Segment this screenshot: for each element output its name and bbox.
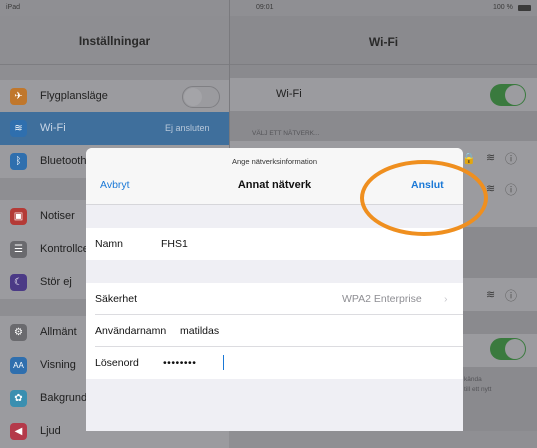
clock: 09:01: [256, 4, 274, 11]
sidebar-item-label: Ljud: [40, 425, 61, 437]
username-label: Användarnamn: [95, 325, 167, 337]
chevron-right-icon: ›: [444, 293, 448, 305]
wifi-icon: ≋: [10, 120, 27, 137]
battery-icon: [518, 5, 531, 11]
gear-icon: ⚙: [10, 324, 27, 341]
sidebar-item-label: Wi-Fi: [40, 122, 66, 134]
ask-to-join-toggle[interactable]: [490, 338, 526, 360]
text-cursor: [223, 355, 224, 370]
password-row[interactable]: Lösenord ••••••••: [86, 347, 463, 379]
sidebar-item-label: Stör ej: [40, 276, 72, 288]
sidebar-item-wifi[interactable]: ≋ Wi-Fi Ej ansluten: [0, 112, 229, 145]
sound-icon: ◀: [10, 423, 27, 440]
name-label: Namn: [95, 238, 124, 250]
password-label: Lösenord: [95, 357, 139, 369]
settings-title: Inställningar: [78, 34, 151, 48]
airplane-icon: ✈: [10, 88, 27, 105]
wifi-row: Wi-Fi: [230, 78, 537, 111]
control-center-icon: ☰: [10, 241, 27, 258]
wifi-signal-icon: ≋: [486, 152, 496, 164]
sidebar-item-label: Bakgrund: [40, 392, 88, 404]
wifi-status: Ej ansluten: [165, 123, 210, 133]
choose-network-header: VÄLJ ETT NÄTVERK...: [252, 130, 320, 137]
wifi-toggle[interactable]: [490, 84, 526, 106]
sidebar-item-label: Visning: [40, 359, 76, 371]
name-field[interactable]: FHS1: [161, 238, 188, 250]
wifi-label: Wi-Fi: [276, 88, 302, 100]
lock-icon: 🔒: [462, 153, 476, 165]
notifications-icon: ▣: [10, 208, 27, 225]
sidebar-item-label: Allmänt: [40, 326, 77, 338]
wifi-title: Wi-Fi: [368, 35, 399, 49]
username-field[interactable]: matildas: [180, 325, 219, 337]
username-row[interactable]: Användarnamn matildas: [86, 315, 463, 347]
wifi-signal-icon: ≋: [486, 289, 496, 301]
airplane-toggle[interactable]: [182, 86, 220, 108]
ask-note: till ett nytt: [464, 386, 492, 393]
battery-label: 100 %: [493, 4, 513, 11]
sidebar-item-label: Notiser: [40, 210, 75, 222]
ask-note: kända: [464, 376, 482, 383]
sidebar-item-label: Flygplansläge: [40, 90, 108, 102]
info-icon[interactable]: ⓘ: [505, 150, 517, 167]
nav-divider: [0, 64, 229, 65]
info-icon[interactable]: ⓘ: [505, 287, 517, 304]
security-value: WPA2 Enterprise: [342, 293, 422, 305]
carrier-label: iPad: [6, 4, 21, 11]
wallpaper-icon: ✿: [10, 390, 27, 407]
highlight-ring: [360, 160, 488, 236]
bluetooth-icon: ᛒ: [10, 153, 27, 170]
sidebar-item-label: Bluetooth: [40, 155, 87, 167]
security-label: Säkerhet: [95, 293, 138, 305]
moon-icon: ☾: [10, 274, 27, 291]
info-icon[interactable]: ⓘ: [505, 181, 517, 198]
password-field[interactable]: ••••••••: [163, 357, 196, 369]
status-bar: iPad 09:01 100 %: [0, 0, 537, 16]
nav-divider: [230, 64, 537, 65]
display-icon: AA: [10, 357, 27, 374]
security-row[interactable]: Säkerhet WPA2 Enterprise ›: [86, 283, 463, 315]
sidebar-item-airplane[interactable]: ✈ Flygplansläge: [0, 80, 229, 113]
